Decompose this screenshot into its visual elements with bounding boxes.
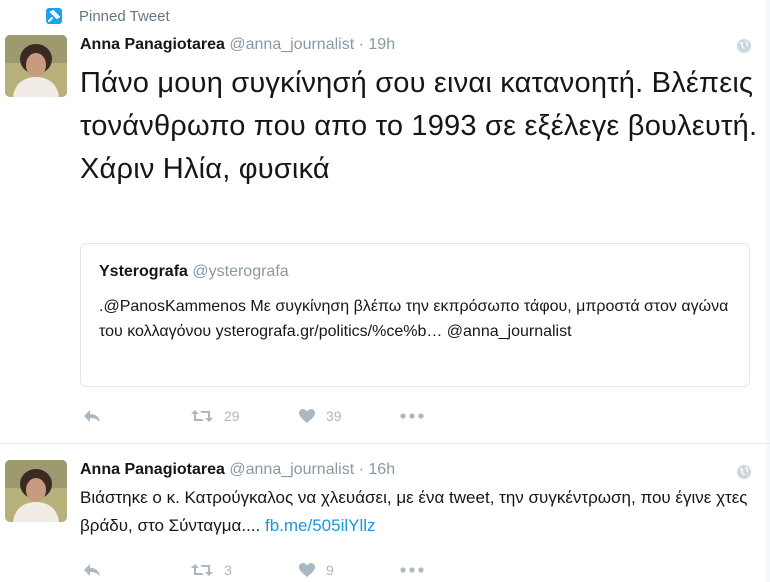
retweet-button[interactable]: 3 [190,558,232,582]
tweet-time[interactable]: 16h [368,461,395,478]
tweet-time[interactable]: 19h [368,36,395,53]
quoted-author-name: Ysterografa [99,263,188,280]
tweet-header: Anna Panagiotarea @anna_journalist · 19h [80,36,395,54]
reply-button[interactable] [82,558,102,582]
quoted-tweet-header: Ysterografa @ysterografa [99,263,289,281]
like-count: 9 [326,562,334,578]
author-name[interactable]: Anna Panagiotarea [80,461,225,478]
author-handle[interactable]: @anna_journalist [229,36,354,53]
tweet-link[interactable]: fb.me/505ilYllz [265,516,376,535]
tweet-body: Βιάστηκε ο κ. Κατρούγκαλος να χλευάσει, … [80,488,748,535]
separator: · [358,36,364,53]
tweet-text: Πάνο μουη συγκίνησή σου ειναι κατανοητή.… [80,67,758,185]
quoted-author-handle: @ysterografa [192,263,289,280]
author-handle[interactable]: @anna_journalist [229,461,354,478]
avatar[interactable] [5,460,67,522]
tweet-text: Βιάστηκε ο κ. Κατρούγκαλος να χλευάσει, … [80,484,760,540]
reply-icon [84,410,100,422]
more-button[interactable] [400,404,424,428]
retweet-icon [191,564,213,576]
avatar[interactable] [5,35,67,97]
more-icon [400,413,424,419]
like-button[interactable]: 9 [298,558,334,582]
tweet[interactable]: Anna Panagiotarea @anna_journalist · 19h… [0,0,770,443]
retweet-icon [191,410,213,422]
tweet-header: Anna Panagiotarea @anna_journalist · 16h [80,461,395,479]
tweet-actions: 29 39 [80,404,740,428]
tweet[interactable]: Anna Panagiotarea @anna_journalist · 16h… [0,444,770,582]
globe-icon [736,38,752,54]
quoted-tweet-text: .@PanosKammenos Με συγκίνηση βλέπω την ε… [99,298,729,340]
author-name[interactable]: Anna Panagiotarea [80,36,225,53]
like-icon [299,563,315,577]
reply-button[interactable] [82,404,102,428]
tweet-actions: 3 9 [80,558,740,582]
retweet-button[interactable]: 29 [190,404,240,428]
reply-icon [84,564,100,576]
like-count: 39 [326,408,342,424]
globe-icon [736,464,752,480]
more-button[interactable] [400,558,424,582]
like-icon [299,409,315,423]
retweet-count: 3 [224,562,232,578]
more-icon [400,567,424,573]
like-button[interactable]: 39 [298,404,342,428]
retweet-count: 29 [224,408,240,424]
quoted-tweet[interactable]: Ysterografa @ysterografa .@PanosKammenos… [80,243,750,387]
separator: · [358,461,364,478]
